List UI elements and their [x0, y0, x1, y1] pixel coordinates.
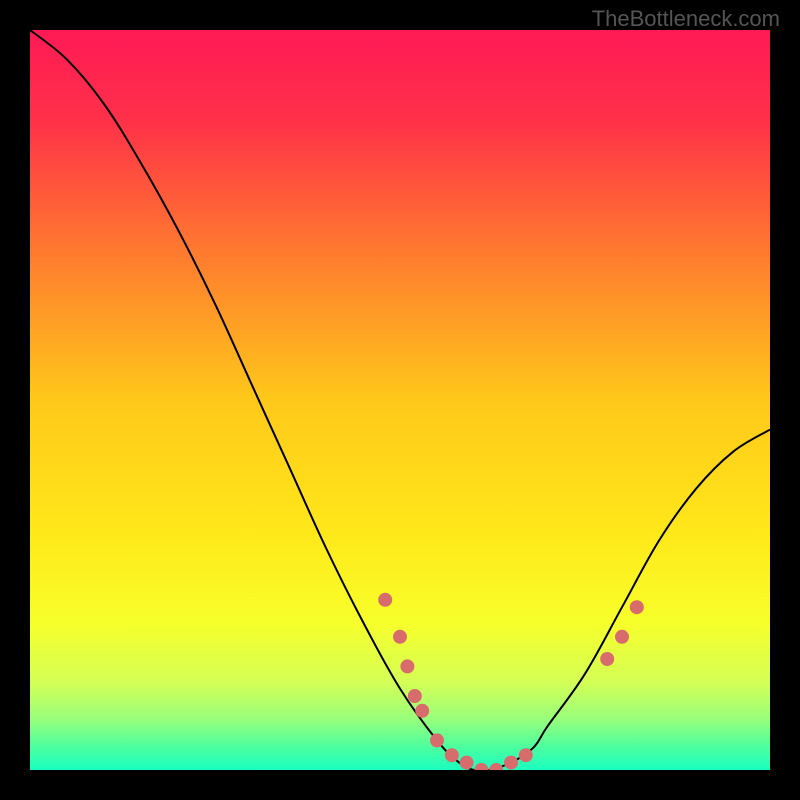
- data-point: [445, 748, 459, 762]
- chart-container: TheBottleneck.com: [0, 0, 800, 800]
- data-point: [615, 630, 629, 644]
- plot-area: [30, 30, 770, 770]
- data-point: [489, 763, 503, 770]
- data-point: [519, 748, 533, 762]
- watermark-text: TheBottleneck.com: [592, 6, 780, 32]
- curve-layer: [30, 30, 770, 770]
- bottleneck-curve: [30, 30, 770, 770]
- data-point: [474, 763, 488, 770]
- data-point: [378, 593, 392, 607]
- data-point: [600, 652, 614, 666]
- data-point: [393, 630, 407, 644]
- data-point: [415, 704, 429, 718]
- data-point: [430, 733, 444, 747]
- data-point: [630, 600, 644, 614]
- data-point: [460, 756, 474, 770]
- data-points: [378, 593, 644, 770]
- data-point: [504, 756, 518, 770]
- data-point: [408, 689, 422, 703]
- data-point: [400, 659, 414, 673]
